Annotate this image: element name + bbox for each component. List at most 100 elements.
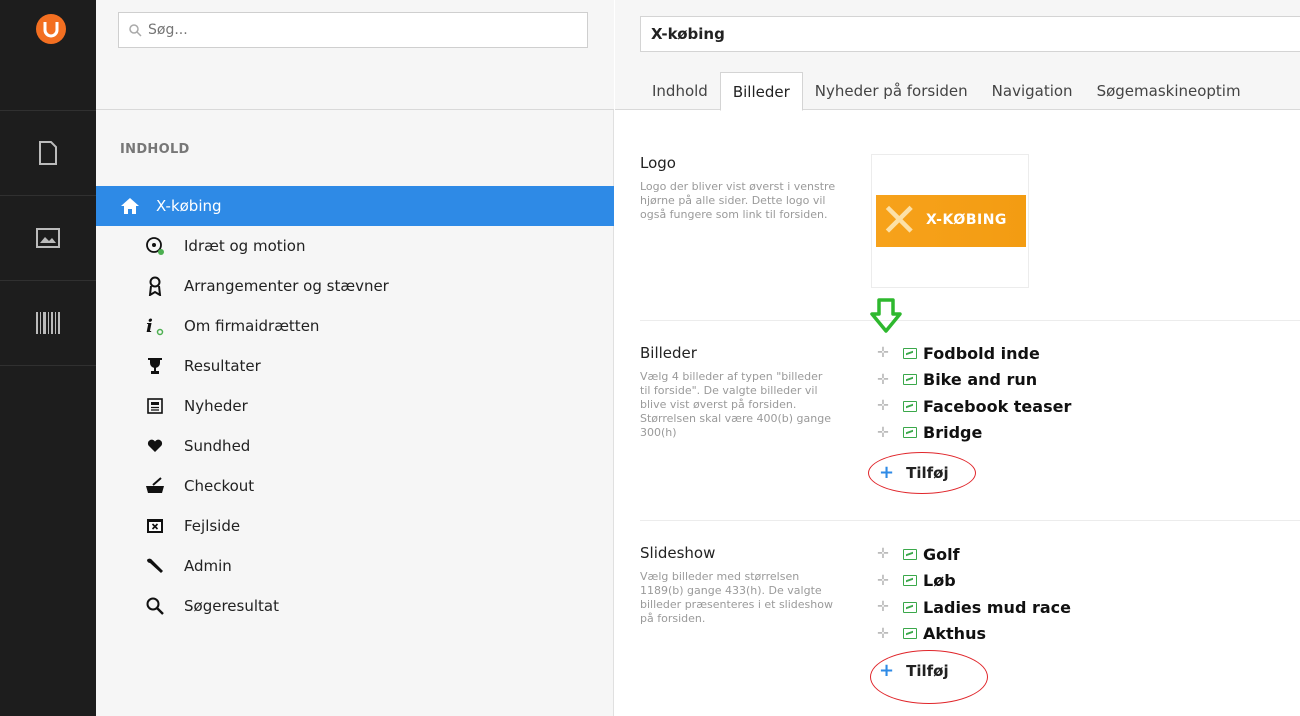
billeder-description: Vælg 4 billeder af typen "billeder til f…: [640, 370, 831, 439]
drag-handle-icon[interactable]: ✛: [877, 600, 889, 614]
tree-item-label: Nyheder: [184, 397, 248, 415]
image-icon: [903, 628, 917, 640]
logo-image[interactable]: ✕ X-KØBING: [876, 195, 1026, 247]
tab-nyheder-paa-forsiden[interactable]: Nyheder på forsiden: [803, 72, 980, 110]
tree-item-soegeresultat[interactable]: Søgeresultat: [96, 586, 614, 626]
content-tree-panel: INDHOLD X-købing Idræt og motion Arrange…: [96, 0, 614, 716]
logo-image-picker[interactable]: ✕ X-KØBING: [871, 154, 1029, 288]
image-icon: [903, 400, 917, 412]
tree-item-fejlside[interactable]: Fejlside: [96, 506, 614, 546]
tree-item-label: X-købing: [156, 197, 222, 215]
svg-text:i: i: [146, 316, 153, 336]
tree-item-sundhed[interactable]: Sundhed: [96, 426, 614, 466]
drag-handle-icon[interactable]: ✛: [877, 574, 889, 588]
editor-header: X-købing Indhold Billeder Nyheder på for…: [615, 0, 1300, 111]
heart-icon: [144, 435, 166, 457]
slideshow-label: Slideshow: [640, 544, 716, 562]
wrench-icon: [144, 555, 166, 577]
image-icon: [903, 427, 917, 439]
list-item[interactable]: ✛ Bridge: [877, 420, 1071, 447]
tree-item-arrangementer[interactable]: Arrangementer og stævner: [96, 266, 614, 306]
logo-label: Logo: [640, 154, 676, 172]
drag-handle-icon[interactable]: ✛: [877, 346, 889, 360]
tab-soegemaskineoptimering[interactable]: Søgemaskineoptim: [1085, 72, 1253, 110]
sports-icon: [144, 235, 166, 257]
tab-billeder[interactable]: Billeder: [719, 72, 803, 111]
media-item-label: Bike and run: [923, 370, 1038, 390]
editor-tabs: Indhold Billeder Nyheder på forsiden Nav…: [640, 72, 1253, 111]
annotation-circle: [870, 650, 988, 704]
content-section-icon[interactable]: [0, 111, 96, 195]
tree-item-root[interactable]: X-købing: [96, 186, 614, 226]
media-item-label: Bridge: [923, 423, 983, 443]
tree-item-om-firmaidraetten[interactable]: i Om firmaidrætten: [96, 306, 614, 346]
search-icon: [144, 595, 166, 617]
tree-item-label: Checkout: [184, 477, 255, 495]
app-rail: [0, 0, 96, 716]
tree-item-nyheder[interactable]: Nyheder: [96, 386, 614, 426]
tree-item-idraet[interactable]: Idræt og motion: [96, 226, 614, 266]
logo-image-text: X-KØBING: [926, 212, 1007, 228]
tree-item-label: Sundhed: [184, 437, 251, 455]
drag-handle-icon[interactable]: ✛: [877, 373, 889, 387]
drag-handle-icon[interactable]: ✛: [877, 399, 889, 413]
media-item-label: Ladies mud race: [923, 597, 1071, 617]
billeder-label: Billeder: [640, 344, 697, 362]
list-item[interactable]: ✛ Bike and run: [877, 367, 1071, 394]
tree-item-resultater[interactable]: Resultater: [96, 346, 614, 386]
logo-description: Logo der bliver vist øverst i venstre hj…: [640, 180, 836, 221]
barcode-section-icon[interactable]: [0, 281, 96, 365]
drag-handle-icon[interactable]: ✛: [877, 627, 889, 641]
home-icon: [120, 196, 140, 216]
media-item-label: Fodbold inde: [923, 343, 1040, 363]
award-icon: [144, 275, 166, 297]
divider: [640, 520, 1300, 521]
media-item-label: Facebook teaser: [923, 396, 1072, 416]
media-item-label: Akthus: [923, 624, 986, 644]
drag-handle-icon[interactable]: ✛: [877, 547, 889, 561]
media-item-label: Løb: [923, 571, 956, 591]
tree-item-label: Admin: [184, 557, 232, 575]
tree-header: [96, 0, 614, 110]
tree-list: Idræt og motion Arrangementer og stævner…: [96, 226, 614, 626]
node-name-input[interactable]: X-købing: [640, 16, 1300, 52]
logo-x-mark: ✕: [880, 195, 919, 247]
media-item-label: Golf: [923, 544, 960, 564]
annotation-arrow-icon: [869, 298, 903, 338]
umbraco-logo-icon[interactable]: [36, 14, 66, 44]
info-icon: i: [144, 315, 166, 337]
tree-item-label: Arrangementer og stævner: [184, 277, 389, 295]
list-item[interactable]: ✛ Golf: [877, 541, 1071, 568]
error-page-icon: [144, 515, 166, 537]
annotation-circle: [868, 452, 976, 494]
list-item[interactable]: ✛ Akthus: [877, 621, 1071, 648]
media-section-icon[interactable]: [0, 196, 96, 280]
divider: [640, 320, 1300, 321]
list-item[interactable]: ✛ Løb: [877, 568, 1071, 595]
search-icon: [129, 23, 142, 37]
editor-panel: X-købing Indhold Billeder Nyheder på for…: [615, 0, 1300, 716]
image-icon: [903, 347, 917, 359]
tree-section-title: INDHOLD: [120, 142, 190, 157]
tab-indhold[interactable]: Indhold: [640, 72, 720, 110]
tree-item-label: Søgeresultat: [184, 597, 279, 615]
list-item[interactable]: ✛ Ladies mud race: [877, 594, 1071, 621]
tree-item-label: Idræt og motion: [184, 237, 306, 255]
search-box[interactable]: [118, 12, 588, 48]
checkout-icon: [144, 475, 166, 497]
drag-handle-icon[interactable]: ✛: [877, 426, 889, 440]
newspaper-icon: [144, 395, 166, 417]
tree-item-label: Om firmaidrætten: [184, 317, 320, 335]
image-icon: [903, 374, 917, 386]
search-input[interactable]: [148, 22, 578, 38]
slideshow-media-list: ✛ Golf ✛ Løb ✛ Ladies mud race ✛ Akthus: [877, 541, 1071, 647]
tree-item-label: Resultater: [184, 357, 261, 375]
billeder-media-list: ✛ Fodbold inde ✛ Bike and run ✛ Facebook te…: [877, 340, 1071, 446]
slideshow-description: Vælg billeder med størrelsen 1189(b) gan…: [640, 570, 833, 625]
tree-item-label: Fejlside: [184, 517, 241, 535]
tree-item-checkout[interactable]: Checkout: [96, 466, 614, 506]
list-item[interactable]: ✛ Facebook teaser: [877, 393, 1071, 420]
tab-navigation[interactable]: Navigation: [980, 72, 1085, 110]
list-item[interactable]: ✛ Fodbold inde: [877, 340, 1071, 367]
tree-item-admin[interactable]: Admin: [96, 546, 614, 586]
